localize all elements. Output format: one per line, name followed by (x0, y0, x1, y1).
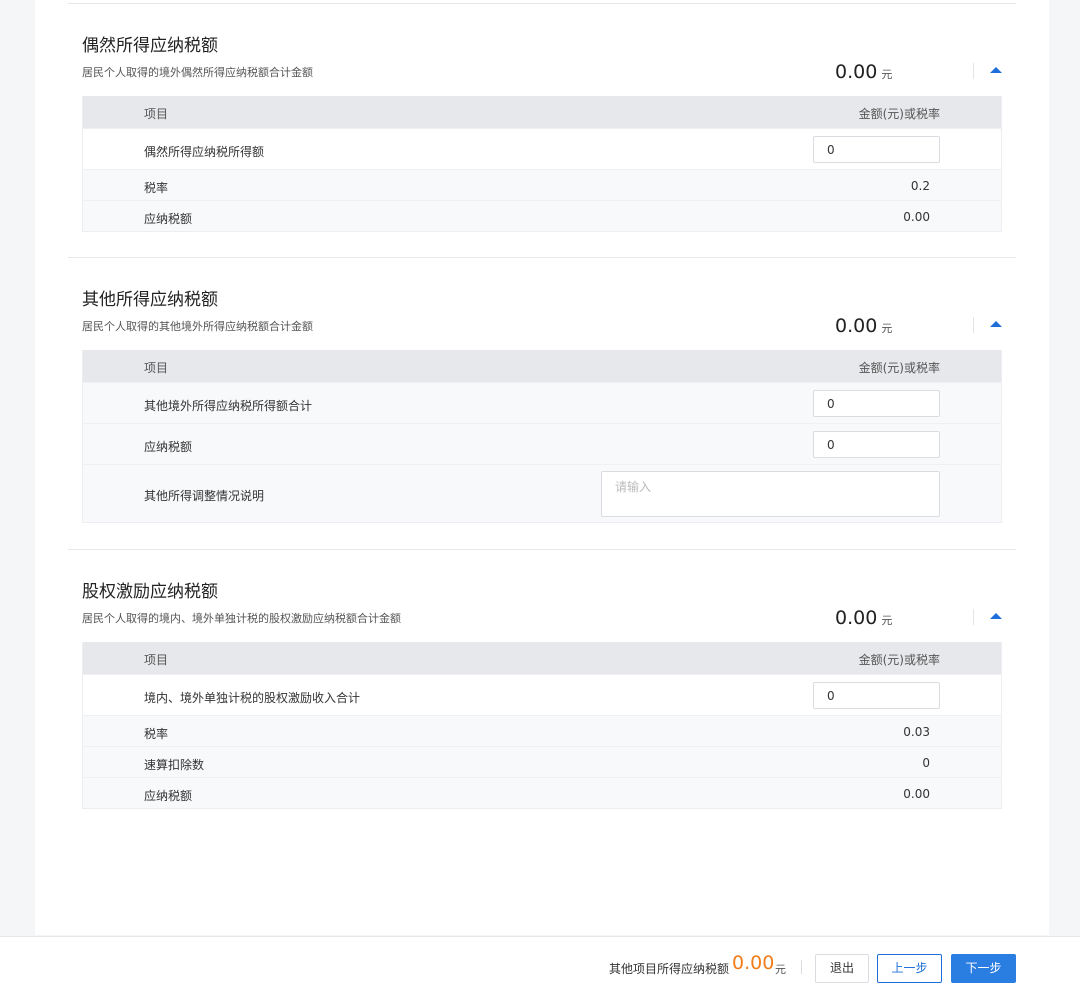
section-separator (973, 317, 974, 333)
header-amount: 金额(元)或税率 (858, 361, 940, 375)
footer-bar: 其他项目所得应纳税额 0.00 元 退出 上一步 下一步 (0, 936, 1080, 995)
table-header: 项目 金额(元)或税率 (83, 350, 1001, 382)
section-description: 居民个人取得的境外偶然所得应纳税额合计金额 (82, 66, 313, 79)
collapse-caret-icon[interactable] (990, 613, 1002, 619)
header-item: 项目 (144, 107, 169, 121)
section-table: 项目 金额(元)或税率 其他境外所得应纳税所得额合计 0 应纳税额 0 其他所得… (82, 350, 1002, 523)
table-header: 项目 金额(元)或税率 (83, 96, 1001, 128)
section-amount: 0.00 元 (835, 61, 892, 83)
collapse-caret-icon[interactable] (990, 67, 1002, 73)
footer-total-label: 其他项目所得应纳税额 (609, 962, 730, 976)
table-row: 税率 0.2 (83, 169, 1001, 200)
section-amount: 0.00 元 (835, 315, 892, 337)
section-title: 股权激励应纳税额 (82, 582, 218, 602)
row-label: 应纳税额 (144, 440, 193, 454)
section-amount-unit: 元 (881, 68, 893, 81)
table-row: 其他所得调整情况说明 请输入 (83, 464, 1001, 522)
table-row: 境内、境外单独计税的股权激励收入合计 0 (83, 674, 1001, 715)
footer-total-amount: 0.00 (732, 952, 775, 974)
section-description: 居民个人取得的境内、境外单独计税的股权激励应纳税额合计金额 (82, 612, 401, 625)
footer-total-unit: 元 (775, 963, 786, 976)
row-value: 0.2 (910, 179, 930, 193)
row-label: 应纳税额 (144, 212, 193, 226)
row-label: 税率 (144, 181, 169, 195)
section-amount-unit: 元 (881, 322, 893, 335)
section-table: 项目 金额(元)或税率 偶然所得应纳税所得额 0 税率 0.2 应纳税额 0.0… (82, 96, 1002, 232)
row-value: 0.00 (903, 210, 930, 224)
section-amount-value: 0.00 (835, 61, 878, 83)
table-row: 速算扣除数 0 (83, 746, 1001, 777)
section-divider (68, 549, 1016, 550)
amount-input[interactable]: 0 (813, 136, 940, 163)
collapse-caret-icon[interactable] (990, 321, 1002, 327)
row-label: 偶然所得应纳税所得额 (144, 145, 265, 159)
section-description: 居民个人取得的其他境外所得应纳税额合计金额 (82, 320, 313, 333)
row-value: 0 (922, 756, 930, 770)
table-row: 应纳税额 0.00 (83, 200, 1001, 231)
row-label: 应纳税额 (144, 789, 193, 803)
amount-input[interactable]: 0 (813, 390, 940, 417)
amount-input[interactable]: 0 (813, 682, 940, 709)
row-value: 0.00 (903, 787, 930, 801)
table-row: 偶然所得应纳税所得额 0 (83, 128, 1001, 169)
section-amount-value: 0.00 (835, 607, 878, 629)
table-header: 项目 金额(元)或税率 (83, 642, 1001, 674)
section-amount-unit: 元 (881, 614, 893, 627)
header-item: 项目 (144, 361, 169, 375)
exit-button[interactable]: 退出 (815, 954, 869, 983)
row-label: 其他所得调整情况说明 (144, 489, 265, 503)
header-amount: 金额(元)或税率 (858, 653, 940, 667)
table-row: 应纳税额 0.00 (83, 777, 1001, 808)
header-item: 项目 (144, 653, 169, 667)
row-label: 速算扣除数 (144, 758, 205, 772)
section-table: 项目 金额(元)或税率 境内、境外单独计税的股权激励收入合计 0 税率 0.03… (82, 642, 1002, 809)
section-divider (68, 257, 1016, 258)
row-value: 0.03 (903, 725, 930, 739)
next-step-button[interactable]: 下一步 (951, 954, 1016, 983)
amount-input[interactable]: 0 (813, 431, 940, 458)
table-row: 其他境外所得应纳税所得额合计 0 (83, 382, 1001, 423)
section-separator (973, 63, 974, 79)
section-amount: 0.00 元 (835, 607, 892, 629)
section-title: 其他所得应纳税额 (82, 290, 218, 310)
row-label: 其他境外所得应纳税所得额合计 (144, 399, 313, 413)
row-label: 税率 (144, 727, 169, 741)
previous-step-button[interactable]: 上一步 (877, 954, 942, 983)
adjustment-note-textarea[interactable]: 请输入 (601, 471, 940, 517)
row-label: 境内、境外单独计税的股权激励收入合计 (144, 691, 361, 705)
table-row: 税率 0.03 (83, 715, 1001, 746)
section-amount-value: 0.00 (835, 315, 878, 337)
header-amount: 金额(元)或税率 (858, 107, 940, 121)
footer-separator (801, 960, 802, 974)
section-separator (973, 609, 974, 625)
section-title: 偶然所得应纳税额 (82, 36, 218, 56)
section-divider (68, 3, 1016, 4)
table-row: 应纳税额 0 (83, 423, 1001, 464)
